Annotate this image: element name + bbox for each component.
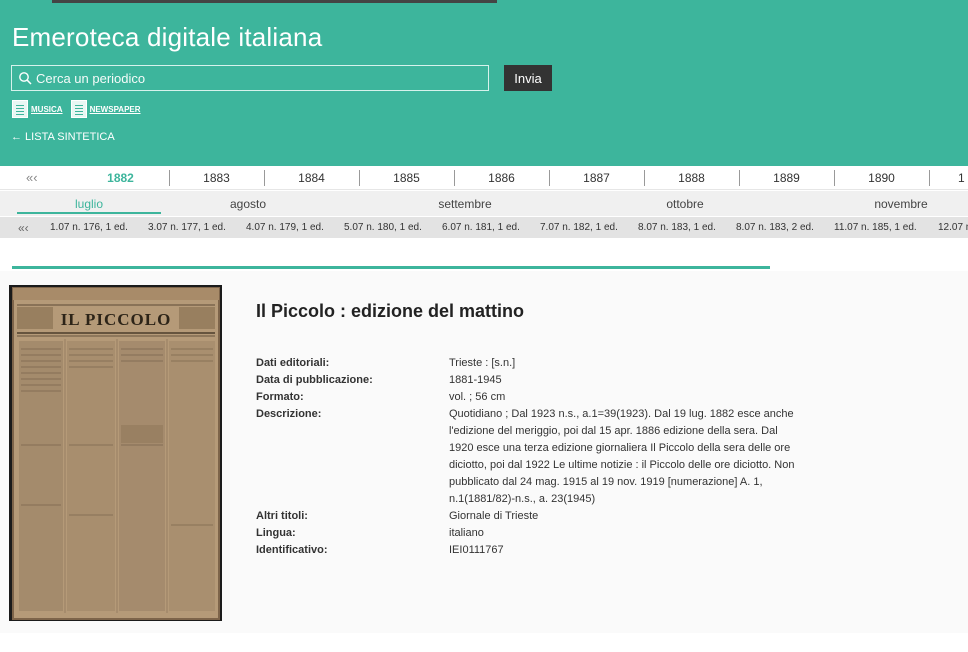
issue-item[interactable]: 4.07 n. 179, 1 ed. bbox=[246, 217, 324, 238]
newspaper-thumbnail[interactable]: IL PICCOLO bbox=[9, 285, 222, 621]
field-value: Quotidiano ; Dal 1923 n.s., a.1=39(1923)… bbox=[449, 408, 795, 505]
section-divider bbox=[12, 266, 770, 269]
year-1889[interactable]: 1889 bbox=[740, 166, 833, 190]
field-label: Formato: bbox=[256, 391, 304, 403]
field-value: vol. ; 56 cm bbox=[449, 391, 506, 403]
page-footer-space bbox=[0, 633, 968, 652]
month-ottobre[interactable]: ottobre bbox=[630, 191, 740, 216]
month-agosto[interactable]: agosto bbox=[200, 191, 296, 216]
filter-musica[interactable]: MUSICA bbox=[12, 100, 63, 118]
divider bbox=[929, 170, 930, 186]
year-next-partial[interactable]: 1 bbox=[958, 166, 968, 190]
field-label: Identificativo: bbox=[256, 544, 328, 556]
svg-text:IL PICCOLO: IL PICCOLO bbox=[61, 310, 172, 329]
search-box[interactable] bbox=[11, 65, 489, 91]
year-1888[interactable]: 1888 bbox=[645, 166, 738, 190]
field-other-titles: Altri titoli: Giornale di Trieste bbox=[256, 508, 816, 525]
month-settembre[interactable]: settembre bbox=[410, 191, 520, 216]
field-identifier: Identificativo: IEI0111767 bbox=[256, 542, 816, 559]
year-1887[interactable]: 1887 bbox=[550, 166, 643, 190]
issue-item[interactable]: 5.07 n. 180, 1 ed. bbox=[344, 217, 422, 238]
issue-item[interactable]: 7.07 n. 182, 1 ed. bbox=[540, 217, 618, 238]
issues-navigation: «‹ 1.07 n. 176, 1 ed. 3.07 n. 177, 1 ed.… bbox=[0, 217, 968, 238]
field-value: Trieste : [s.n.] bbox=[449, 357, 516, 369]
active-month-indicator bbox=[17, 212, 161, 214]
year-1885[interactable]: 1885 bbox=[360, 166, 453, 190]
filter-label: NEWSPAPER bbox=[89, 104, 141, 114]
year-1884[interactable]: 1884 bbox=[265, 166, 358, 190]
record-title: Il Piccolo : edizione del mattino bbox=[256, 301, 525, 321]
field-description: Descrizione: Quotidiano ; Dal 1923 n.s.,… bbox=[256, 406, 816, 508]
year-1883[interactable]: 1883 bbox=[170, 166, 263, 190]
issues-prev-arrow[interactable]: «‹ bbox=[18, 217, 29, 238]
document-icon bbox=[70, 100, 87, 118]
years-prev-arrow[interactable]: «‹ bbox=[26, 170, 38, 185]
top-progress-line bbox=[52, 0, 497, 3]
material-filters: MUSICA NEWSPAPER bbox=[12, 100, 145, 118]
issue-item[interactable]: 8.07 n. 183, 2 ed. bbox=[736, 217, 814, 238]
year-1886[interactable]: 1886 bbox=[455, 166, 548, 190]
filter-label: MUSICA bbox=[31, 104, 63, 114]
issue-item[interactable]: 3.07 n. 177, 1 ed. bbox=[148, 217, 226, 238]
field-value: italiano bbox=[449, 527, 484, 539]
field-publication-date: Data di pubblicazione: 1881-1945 bbox=[256, 372, 816, 389]
field-label: Data di pubblicazione: bbox=[256, 374, 373, 386]
filter-newspaper[interactable]: NEWSPAPER bbox=[70, 100, 141, 118]
search-icon bbox=[18, 71, 32, 85]
document-icon bbox=[12, 100, 28, 118]
field-language: Lingua: italiano bbox=[256, 525, 816, 542]
month-novembre[interactable]: novembre bbox=[846, 191, 956, 216]
year-1890[interactable]: 1890 bbox=[835, 166, 928, 190]
months-navigation: luglio agosto settembre ottobre novembre bbox=[0, 191, 968, 216]
field-publisher: Dati editoriali: Trieste : [s.n.] bbox=[256, 355, 816, 372]
field-label: Descrizione: bbox=[256, 408, 322, 420]
issue-item[interactable]: 8.07 n. 183, 1 ed. bbox=[638, 217, 716, 238]
issue-item[interactable]: 11.07 n. 185, 1 ed. bbox=[834, 217, 917, 238]
field-format: Formato: vol. ; 56 cm bbox=[256, 389, 816, 406]
field-value: 1881-1945 bbox=[449, 374, 502, 386]
field-value: IEI0111767 bbox=[449, 544, 504, 556]
site-title[interactable]: Emeroteca digitale italiana bbox=[12, 22, 322, 53]
year-1882[interactable]: 1882 bbox=[73, 166, 168, 190]
record-metadata: Dati editoriali: Trieste : [s.n.] Data d… bbox=[256, 355, 816, 559]
issue-item[interactable]: 6.07 n. 181, 1 ed. bbox=[442, 217, 520, 238]
issue-item[interactable]: 12.07 n bbox=[938, 217, 968, 238]
issue-item[interactable]: 1.07 n. 176, 1 ed. bbox=[50, 217, 128, 238]
record-detail: IL PICCOLO Il Piccolo: edizione del mat… bbox=[0, 271, 968, 633]
field-label: Dati editoriali: bbox=[256, 357, 330, 369]
years-navigation: «‹ 1882 1883 1884 1885 1886 1887 1888 18… bbox=[0, 166, 968, 190]
back-to-list-link[interactable]: ← LISTA SINTETICA bbox=[11, 131, 115, 143]
search-input[interactable] bbox=[36, 70, 476, 86]
field-value: Giornale di Trieste bbox=[449, 510, 539, 522]
submit-button[interactable]: Invia bbox=[504, 65, 552, 91]
newspaper-page-image: IL PICCOLO bbox=[9, 285, 222, 621]
field-label: Lingua: bbox=[256, 527, 296, 539]
field-label: Altri titoli: bbox=[256, 510, 308, 522]
